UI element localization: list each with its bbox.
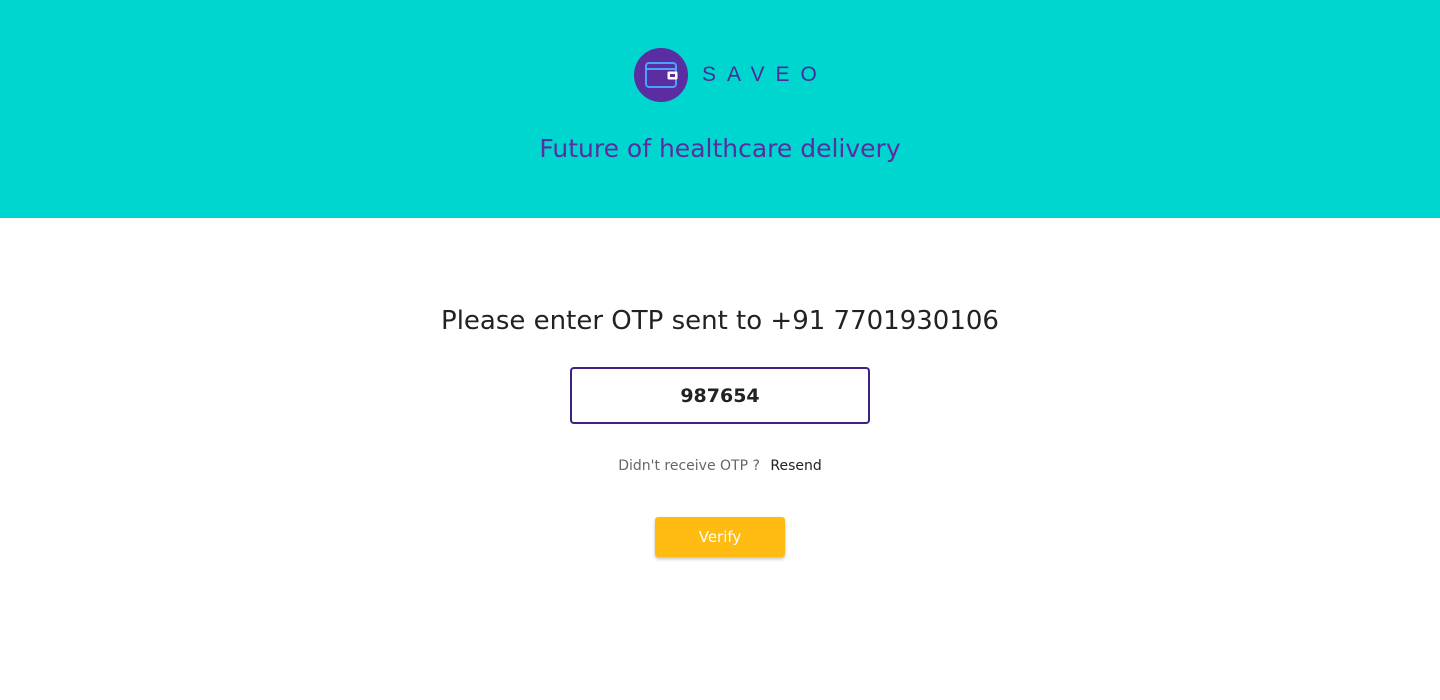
resend-row: Didn't receive OTP ? Resend <box>0 458 1440 474</box>
verify-button[interactable]: Verify <box>655 517 785 557</box>
resend-link[interactable]: Resend <box>770 458 821 474</box>
resend-question: Didn't receive OTP ? <box>618 458 760 474</box>
header-banner: SAVEO Future of healthcare delivery <box>0 0 1440 218</box>
brand-name: SAVEO <box>702 63 828 86</box>
brand: SAVEO <box>634 48 828 102</box>
tagline: Future of healthcare delivery <box>539 134 901 163</box>
otp-input[interactable] <box>570 367 870 424</box>
otp-prompt: Please enter OTP sent to +91 7701930106 <box>441 306 999 336</box>
wallet-icon <box>634 48 688 102</box>
